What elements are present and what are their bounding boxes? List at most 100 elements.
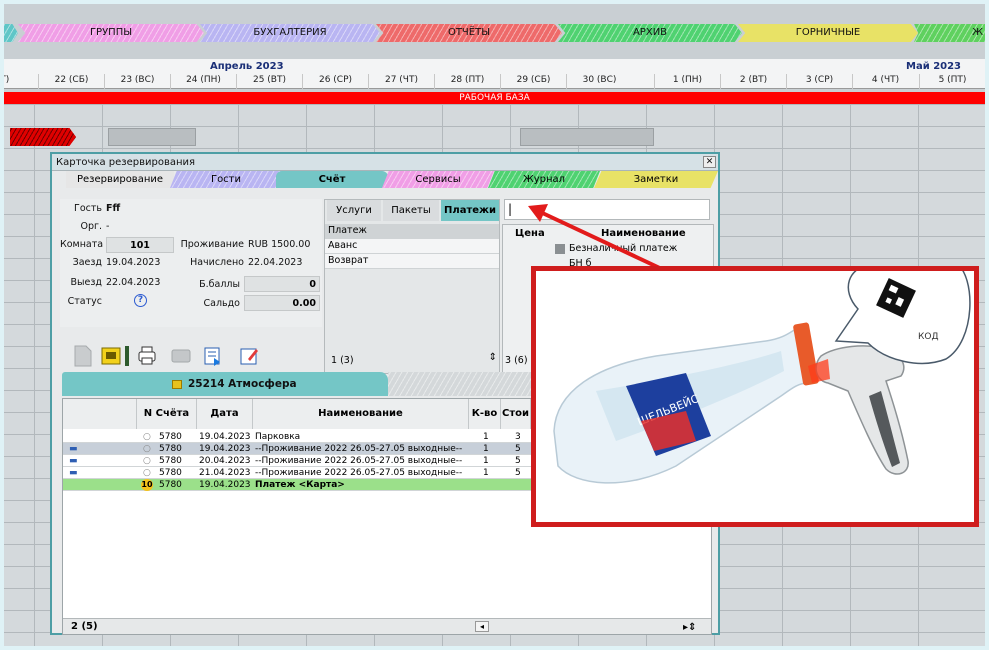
cell-qty: 1	[483, 456, 489, 466]
day-6: 27 (ЧТ)	[368, 74, 434, 89]
tab-services[interactable]: Сервисы	[382, 171, 494, 188]
day-9: 30 (ВС)	[566, 74, 632, 89]
day-10: 1 (ПН)	[654, 74, 720, 89]
grid-cell-busy[interactable]	[108, 128, 196, 146]
document-icon[interactable]	[72, 344, 94, 368]
module-tab-reports-label: ОТЧЁТЫ	[447, 27, 491, 38]
module-tab-accounting-label: БУХГАЛТЕРИЯ	[253, 27, 327, 38]
payment-badge-icon: 10	[141, 479, 153, 491]
day-2: 23 (ВС)	[104, 74, 170, 89]
module-tab-reports[interactable]: ОТЧЁТЫ	[376, 24, 562, 42]
list-item[interactable]: Платеж	[325, 224, 499, 239]
stay-value: RUB 1500.00	[248, 239, 311, 250]
module-tab-last[interactable]: Ж	[914, 24, 985, 42]
account-header[interactable]: 25214 Атмосфера	[62, 372, 388, 396]
module-tab-groups-label: ГРУППЫ	[89, 27, 133, 38]
list-item[interactable]: Безналичный платеж	[569, 243, 677, 254]
tab-account[interactable]: Счёт	[276, 171, 388, 188]
cell-number: 5780	[159, 480, 182, 490]
checkin-label: Заезд	[72, 257, 102, 268]
dialog-title: Карточка резервирования	[56, 157, 196, 168]
cell-qty: 1	[483, 432, 489, 442]
tab-packages-label: Пакеты	[391, 205, 431, 216]
col-name-header[interactable]: Наименование	[253, 399, 469, 429]
charged-label: Начислено	[190, 257, 244, 268]
day-11: 2 (ВТ)	[720, 74, 786, 89]
scroll-left-icon[interactable]: ◂	[475, 621, 489, 632]
cell-name: --Проживание 2022 26.05-27.05 выходные--	[255, 468, 463, 478]
cell-date: 19.04.2023	[199, 444, 251, 454]
tab-guests[interactable]: Гости	[170, 171, 282, 188]
scanner-illustration: ШЕЛЬВЕЙС КОД	[531, 262, 979, 527]
bed-icon: ▬	[69, 444, 78, 454]
status-help-icon[interactable]: ?	[134, 294, 147, 307]
cell-number: 5780	[159, 432, 182, 442]
bed-icon: ▬	[69, 456, 78, 466]
radio-icon: ○	[143, 432, 151, 442]
edit-icon[interactable]	[238, 344, 260, 368]
tab-services-sub-label: Услуги	[336, 205, 372, 216]
balance-value: 0.00	[244, 295, 320, 311]
grid-cell-busy[interactable]	[520, 128, 654, 146]
scroll-spin-icon[interactable]: ▸⇕	[683, 620, 696, 635]
work-base-bar: РАБОЧАЯ БАЗА	[4, 92, 985, 104]
col-number-header[interactable]: N Счёта	[137, 399, 197, 429]
tab-payments[interactable]: Платежи	[441, 200, 499, 221]
list-item[interactable]: Аванс	[325, 239, 499, 254]
tab-packages[interactable]: Пакеты	[383, 200, 439, 221]
cell-date: 21.04.2023	[199, 468, 251, 478]
cell-qty: 1	[483, 468, 489, 478]
day-13: 4 (ЧТ)	[852, 74, 918, 89]
module-tab-groups[interactable]: ГРУППЫ	[18, 24, 204, 42]
checkout-label: Выезд	[70, 277, 102, 288]
bonus-label: Б.баллы	[199, 279, 240, 290]
module-tab-0[interactable]	[4, 24, 18, 42]
payments-count: 1 (3)	[331, 355, 354, 366]
col-icon-header	[63, 399, 137, 429]
guest-value: Fff	[106, 203, 121, 214]
tab-journal[interactable]: Журнал	[488, 171, 600, 188]
card-icon[interactable]	[170, 344, 192, 368]
table-footer: 2 (5) ◂ ▸⇕	[63, 618, 711, 634]
cell-cost: 3	[515, 432, 521, 442]
module-tab-archive[interactable]: АРХИВ	[558, 24, 742, 42]
cell-number: 5780	[159, 444, 182, 454]
module-tab-housekeeping[interactable]: ГОРНИЧНЫЕ	[738, 24, 918, 42]
print-icon[interactable]	[136, 344, 158, 368]
org-label: Орг.	[80, 221, 102, 232]
transfer-icon[interactable]	[202, 344, 224, 368]
col-qty-header[interactable]: К-во	[469, 399, 501, 429]
day-3: 24 (ПН)	[170, 74, 236, 89]
booking-block[interactable]	[10, 128, 76, 146]
col-date-header[interactable]: Дата	[197, 399, 253, 429]
cell-date: 19.04.2023	[199, 480, 251, 490]
cell-cost: 5	[515, 444, 521, 454]
bed-icon: ▬	[69, 468, 78, 478]
close-icon[interactable]: ✕	[703, 156, 716, 168]
dialog-titlebar[interactable]: Карточка резервирования ✕	[52, 154, 718, 171]
module-tab-accounting[interactable]: БУХГАЛТЕРИЯ	[200, 24, 380, 42]
list-item[interactable]: Возврат	[325, 254, 499, 269]
stay-label: Проживание	[180, 239, 244, 250]
cell-date: 19.04.2023	[199, 432, 251, 442]
tab-services-sub[interactable]: Услуги	[327, 200, 381, 221]
room-value: 101	[106, 237, 174, 253]
day-14: 5 (ПТ)	[919, 74, 985, 89]
phone-icon[interactable]	[100, 344, 122, 368]
day-8: 29 (СБ)	[500, 74, 566, 89]
cell-cost: 5	[515, 456, 521, 466]
cell-number: 5780	[159, 456, 182, 466]
room-label: Комната	[60, 239, 104, 250]
cell-name: Платеж <Карта>	[255, 480, 345, 490]
tab-guests-label: Гости	[210, 174, 242, 185]
scan-input-field[interactable]: |	[504, 199, 710, 220]
app-frame: ГРУППЫ БУХГАЛТЕРИЯ ОТЧЁТЫ АРХИВ ГОРНИЧНЫ…	[4, 4, 985, 646]
col-cost-header[interactable]: Стои	[501, 399, 531, 429]
tab-journal-label: Журнал	[522, 174, 566, 185]
tab-reservation[interactable]: Резервирование	[66, 171, 174, 188]
tab-notes[interactable]: Заметки	[594, 171, 718, 188]
spin-icon[interactable]: ⇕	[489, 352, 497, 363]
guest-info-panel: Гость Fff Орг. - Комната 101 Проживание …	[60, 199, 322, 327]
balance-label: Сальдо	[203, 298, 240, 309]
dialog-tabs: Резервирование Гости Счёт Сервисы Журнал…	[66, 171, 718, 188]
